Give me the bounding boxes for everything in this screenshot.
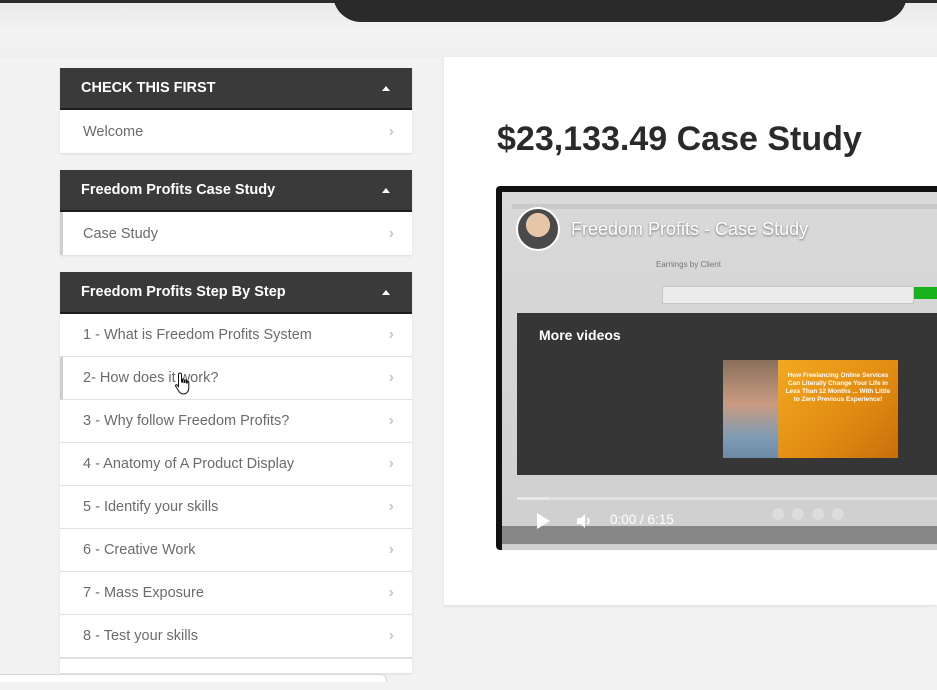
caret-up-icon [382,187,390,193]
lesson-item-5[interactable]: 5 - Identify your skills › [60,486,412,529]
time-display: 0:00 / 6:15 [610,512,674,527]
thumbnail-text: How Freelancing Online Services Can Lite… [778,360,898,458]
lesson-label: 2- How does it work? [83,370,219,386]
video-thumbnail[interactable]: How Freelancing Online Services Can Lite… [723,360,898,458]
module-title: Freedom Profits Case Study [81,182,276,198]
lesson-item-partial[interactable] [60,658,412,673]
video-controls: 0:00 / 6:15 [517,503,937,545]
hand-cursor-icon [174,372,190,395]
lesson-label: 7 - Mass Exposure [83,585,204,601]
control-dot [832,508,844,520]
lesson-item-2[interactable]: 2- How does it work? › [60,357,412,400]
module-case-study: Freedom Profits Case Study Case Study › [60,170,412,255]
lesson-label: Case Study [83,225,158,242]
lesson-item-4[interactable]: 4 - Anatomy of A Product Display › [60,443,412,486]
lesson-item-1[interactable]: 1 - What is Freedom Profits System › [60,314,412,357]
play-icon[interactable] [537,513,550,529]
screen-heading: Earnings by Client [656,260,721,269]
chevron-right-icon: › [388,627,394,644]
lesson-label: 3 - Why follow Freedom Profits? [83,413,290,429]
module-title: CHECK THIS FIRST [81,80,216,96]
volume-icon[interactable] [575,512,593,530]
caret-up-icon [382,85,390,91]
lesson-item-case-study[interactable]: Case Study › [60,212,412,255]
progress-fill [517,497,549,500]
lesson-title: $23,133.49 Case Study [497,120,862,158]
module-title: Freedom Profits Step By Step [81,284,286,300]
more-videos-label: More videos [539,327,621,343]
screen-green-button [914,287,937,299]
lesson-item-welcome[interactable]: Welcome › [60,110,412,153]
lesson-label: 1 - What is Freedom Profits System [83,327,312,343]
control-dots [772,507,852,525]
top-navigation-bar [333,0,907,22]
course-sidebar: CHECK THIS FIRST Welcome › Freedom Profi… [60,68,412,690]
module-header-case-study[interactable]: Freedom Profits Case Study [60,170,412,212]
chevron-right-icon: › [388,498,394,515]
module-header-check-this-first[interactable]: CHECK THIS FIRST [60,68,412,110]
chevron-right-icon: › [388,541,394,558]
progress-track[interactable] [517,497,937,500]
thumbnail-face [723,360,778,458]
more-videos-panel: More videos How Freelancing Online Servi… [517,313,937,475]
lesson-label: 5 - Identify your skills [83,499,219,515]
chevron-right-icon: › [388,122,394,140]
chevron-right-icon: › [388,412,394,429]
chevron-right-icon: › [388,584,394,601]
screen-toolbar [512,204,937,209]
module-header-step-by-step[interactable]: Freedom Profits Step By Step [60,272,412,314]
screen-date-field [662,286,914,304]
lesson-label: Welcome [83,123,144,140]
lesson-item-8[interactable]: 8 - Test your skills › [60,615,412,658]
chevron-right-icon: › [388,455,394,472]
chevron-right-icon: › [388,369,394,386]
lesson-item-7[interactable]: 7 - Mass Exposure › [60,572,412,615]
lesson-item-3[interactable]: 3 - Why follow Freedom Profits? › [60,400,412,443]
video-title[interactable]: Freedom Profits - Case Study [571,219,808,240]
module-check-this-first: CHECK THIS FIRST Welcome › [60,68,412,153]
lesson-label: 6 - Creative Work [83,542,196,558]
lesson-label: 8 - Test your skills [83,628,198,644]
module-step-by-step: Freedom Profits Step By Step 1 - What is… [60,272,412,673]
control-dot [812,508,824,520]
channel-avatar[interactable] [516,207,560,251]
chevron-right-icon: › [388,326,394,343]
caret-up-icon [382,289,390,295]
lesson-label: 4 - Anatomy of A Product Display [83,456,295,472]
chevron-right-icon: › [388,224,394,242]
lesson-item-6[interactable]: 6 - Creative Work › [60,529,412,572]
control-dot [772,508,784,520]
control-dot [792,508,804,520]
